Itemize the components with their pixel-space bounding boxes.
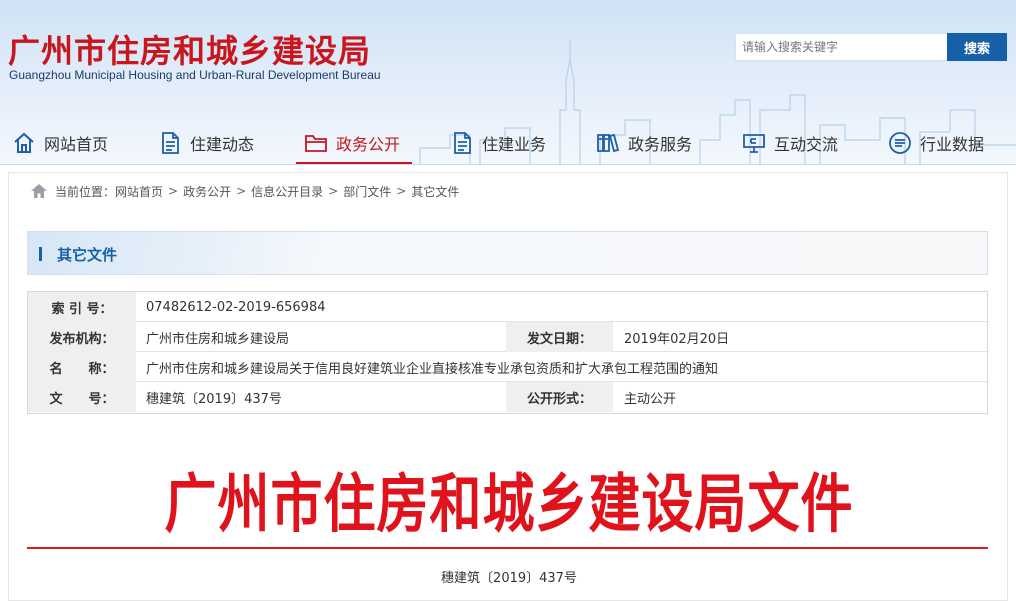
nav-item-news[interactable]: 住建动态 — [158, 120, 254, 165]
main-nav: 网站首页 住建动态 政务公开 住建业务 政务服务 互动交流 行业数据 — [0, 120, 1016, 165]
date-value: 2019年02月20日 — [624, 331, 730, 347]
index-value: 07482612-02-2019-656984 — [146, 299, 326, 315]
nav-item-interaction[interactable]: 互动交流 — [742, 120, 838, 165]
search-button[interactable]: 搜索 — [947, 33, 1007, 61]
form-label: 公开形式： — [506, 382, 613, 412]
publisher-value: 广州市住房和城乡建设局 — [146, 331, 290, 347]
nav-item-label: 网站首页 — [44, 134, 109, 154]
table-row: 名 称： 广州市住房和城乡建设局关于信用良好建筑业企业直接核准专业承包资质和扩大… — [28, 352, 987, 382]
docno-value: 穗建筑〔2019〕437号 — [146, 391, 282, 407]
breadcrumb-prefix: 当前位置： — [55, 184, 116, 199]
name-value: 广州市住房和城乡建设局关于信用良好建筑业企业直接核准专业承包资质和扩大承包工程范… — [146, 361, 719, 377]
section-header: 其它文件 — [27, 231, 988, 275]
document-metadata-table: 索 引 号： 07482612-02-2019-656984 发布机构： 广州市… — [27, 291, 988, 414]
index-label: 索 引 号： — [28, 292, 136, 322]
breadcrumb-item[interactable]: 信息公开目录 — [251, 183, 323, 200]
breadcrumb-separator: > — [328, 184, 339, 198]
section-marker — [39, 247, 42, 261]
table-row: 发布机构： 广州市住房和城乡建设局 发文日期： 2019年02月20日 — [28, 322, 987, 352]
document-number: 穗建筑〔2019〕437号 — [441, 571, 577, 586]
docno-label: 文 号： — [28, 382, 136, 412]
nav-item-label: 住建业务 — [482, 134, 547, 154]
document-icon — [454, 131, 471, 154]
breadcrumb-item[interactable]: 政务公开 — [183, 183, 231, 200]
nav-item-industry-data[interactable]: 行业数据 — [888, 120, 984, 165]
document-icon — [162, 131, 179, 154]
breadcrumb-item[interactable]: 网站首页 — [115, 183, 163, 200]
nav-item-label: 行业数据 — [920, 134, 985, 154]
search-input[interactable] — [735, 33, 948, 61]
breadcrumb-item[interactable]: 部门文件 — [343, 183, 391, 200]
home-icon — [14, 132, 34, 153]
site-title: 广州市住房和城乡建设局 — [8, 32, 372, 70]
breadcrumb-separator: > — [236, 184, 247, 198]
nav-item-business[interactable]: 住建业务 — [450, 120, 546, 165]
nav-item-label: 住建动态 — [190, 134, 255, 154]
nav-item-services[interactable]: 政务服务 — [596, 120, 692, 165]
name-label: 名 称： — [28, 352, 136, 382]
nav-item-label: 政务服务 — [628, 134, 693, 154]
nav-item-home[interactable]: 网站首页 — [12, 120, 108, 165]
breadcrumb-separator: > — [396, 184, 407, 198]
document-red-rule — [27, 547, 988, 549]
monitor-icon — [743, 133, 765, 153]
content-panel: 当前位置： 网站首页 > 政务公开 > 信息公开目录 > 部门文件 > 其它文件… — [8, 172, 1008, 601]
table-row: 文 号： 穗建筑〔2019〕437号 公开形式： 主动公开 — [28, 382, 987, 412]
section-title: 其它文件 — [57, 246, 118, 264]
date-label: 发文日期： — [506, 322, 613, 352]
nav-divider — [0, 164, 1016, 165]
nav-item-label: 互动交流 — [774, 134, 839, 154]
breadcrumb-separator: > — [168, 184, 179, 198]
nav-item-government-affairs[interactable]: 政务公开 — [295, 120, 413, 165]
books-icon — [597, 133, 620, 152]
form-value: 主动公开 — [624, 391, 677, 407]
home-icon — [31, 184, 47, 198]
folder-icon — [305, 134, 327, 152]
site-subtitle: Guangzhou Municipal Housing and Urban-Ru… — [9, 68, 381, 82]
breadcrumb-item-current: 其它文件 — [411, 184, 460, 199]
document-heading: 广州市住房和城乡建设局文件 — [164, 467, 854, 543]
chat-icon — [889, 131, 911, 154]
table-row: 索 引 号： 07482612-02-2019-656984 — [28, 292, 987, 322]
publisher-label: 发布机构： — [28, 322, 136, 352]
breadcrumb: 当前位置： 网站首页 > 政务公开 > 信息公开目录 > 部门文件 > 其它文件 — [31, 182, 459, 200]
nav-item-label: 政务公开 — [336, 134, 401, 154]
